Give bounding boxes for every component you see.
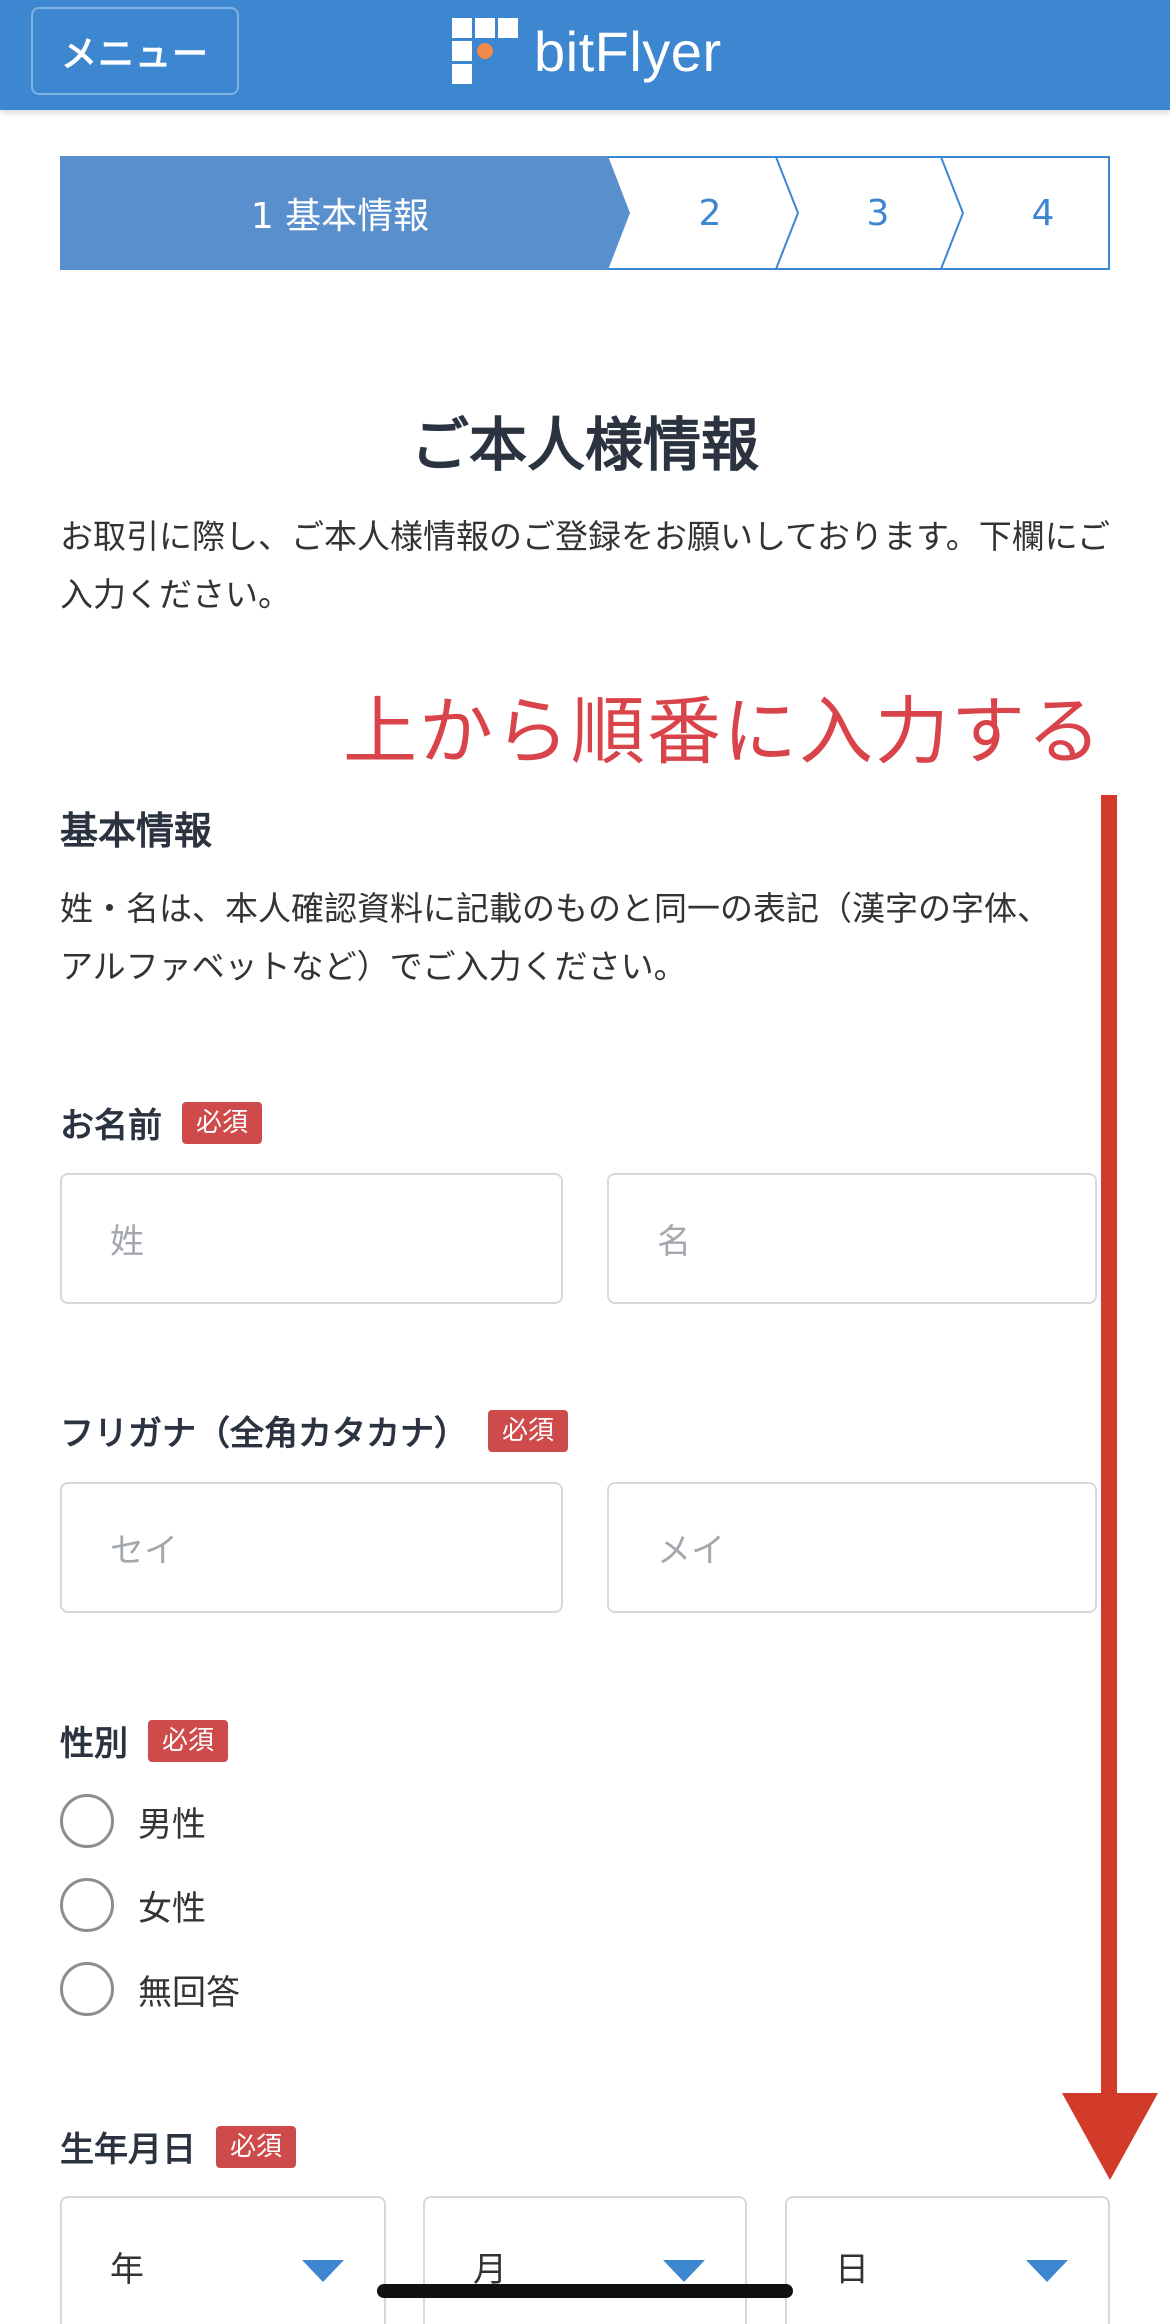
bitflyer-logo-icon — [452, 18, 518, 84]
birth-day-select[interactable]: 日 — [785, 2196, 1110, 2324]
menu-button[interactable]: メニュー — [31, 7, 239, 95]
required-badge: 必須 — [148, 1719, 229, 1762]
birth-day-value: 日 — [835, 2249, 869, 2290]
gender-option-label: 無回答 — [138, 1972, 240, 2013]
birth-year-select[interactable]: 年 — [60, 2196, 386, 2324]
kana-label: フリガナ（全角カタカナ） 必須 — [60, 1406, 569, 1455]
first-name-input[interactable]: 名 — [607, 1173, 1097, 1304]
birth-year-value: 年 — [110, 2249, 144, 2290]
gender-label-text: 性別 — [60, 1724, 128, 1764]
radio-button[interactable] — [60, 1962, 114, 2016]
chevron-down-icon — [663, 2260, 705, 2282]
section-heading: 基本情報 — [60, 809, 213, 853]
radio-button[interactable] — [60, 1878, 114, 1932]
name-label-text: お名前 — [60, 1106, 162, 1146]
first-name-placeholder: 名 — [657, 1222, 691, 1262]
chevron-down-icon — [302, 2260, 344, 2282]
step-4: 4 — [1031, 192, 1055, 234]
radio-button[interactable] — [60, 1794, 114, 1848]
gender-option-label: 女性 — [138, 1888, 206, 1929]
last-name-input[interactable]: 姓 — [60, 1173, 563, 1304]
step-2: 2 — [698, 192, 722, 234]
home-indicator — [377, 2284, 793, 2298]
gender-option-no-answer[interactable]: 無回答 — [60, 1962, 240, 2016]
gender-option-male[interactable]: 男性 — [60, 1794, 206, 1848]
birth-month-select[interactable]: 月 — [423, 2196, 747, 2324]
last-name-placeholder: 姓 — [110, 1222, 144, 1262]
required-badge: 必須 — [488, 1409, 569, 1452]
progress-stepper: 1 基本情報 2 3 4 — [60, 156, 1110, 270]
section-description: 姓・名は、本人確認資料に記載のものと同一の表記（漢字の字体、アルファベットなど）… — [60, 889, 1050, 986]
required-badge: 必須 — [216, 2125, 297, 2168]
step-3: 3 — [866, 192, 890, 234]
annotation-text: 上から順番に入力する — [343, 689, 1103, 775]
gender-option-female[interactable]: 女性 — [60, 1878, 206, 1932]
top-header: メニュー bitFlyer — [0, 0, 1170, 110]
bitflyer-logo[interactable]: bitFlyer — [452, 18, 722, 84]
step-1: 1 基本情報 — [250, 196, 430, 237]
last-name-kana-placeholder: セイ — [110, 1531, 178, 1571]
birthdate-label-text: 生年月日 — [60, 2130, 196, 2170]
gender-label: 性別 必須 — [60, 1716, 229, 1765]
gender-option-label: 男性 — [138, 1804, 206, 1845]
page-title: ご本人様情報 — [410, 411, 759, 479]
required-badge: 必須 — [182, 1101, 263, 1144]
name-label: お名前 必須 — [60, 1098, 263, 1147]
first-name-kana-placeholder: メイ — [657, 1531, 725, 1571]
intro-text: お取引に際し、ご本人様情報のご登録をお願いしております。下欄にご入力ください。 — [60, 517, 1111, 614]
first-name-kana-input[interactable]: メイ — [607, 1482, 1097, 1613]
last-name-kana-input[interactable]: セイ — [60, 1482, 563, 1613]
kana-label-text: フリガナ（全角カタカナ） — [60, 1414, 468, 1454]
chevron-down-icon — [1026, 2260, 1068, 2282]
logo-text: bitFlyer — [534, 19, 722, 83]
birthdate-label: 生年月日 必須 — [60, 2122, 297, 2171]
